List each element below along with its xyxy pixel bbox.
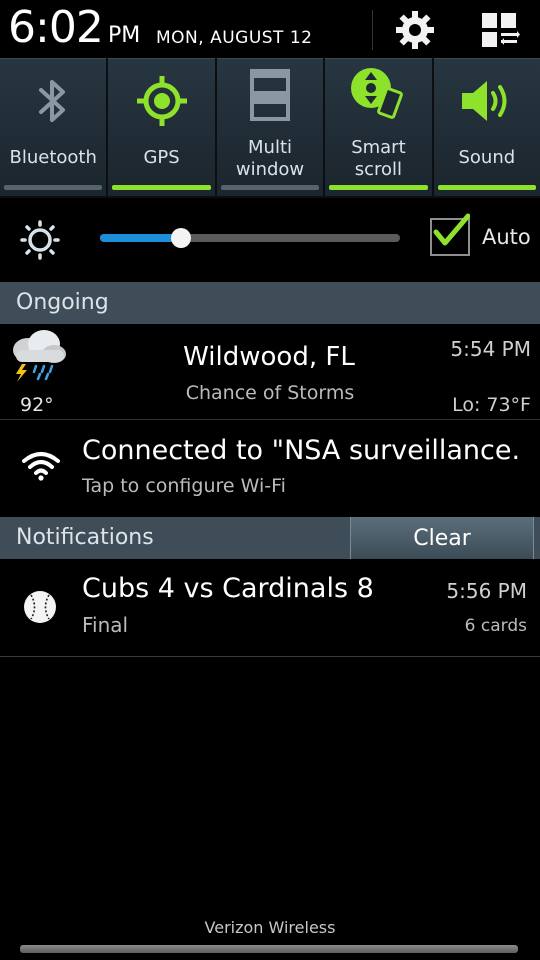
wifi-icon [22, 452, 60, 481]
clock-time: 6:02 [8, 2, 104, 53]
weather-time: 5:54 PM [450, 337, 531, 361]
bluetooth-icon [39, 80, 66, 122]
brightness-row: Auto [0, 198, 540, 282]
clock-ampm: PM [108, 23, 141, 48]
score-notification[interactable]: Cubs 4 vs Cardinals 8 Final 5:56 PM 6 ca… [0, 559, 540, 657]
score-title: Cubs 4 vs Cardinals 8 [82, 573, 374, 604]
settings-button[interactable] [388, 6, 442, 54]
carrier-label: Verizon Wireless [204, 918, 336, 937]
brightness-icon [20, 220, 60, 260]
baseball-icon [24, 591, 56, 623]
toggle-smart-scroll-label-line2: scroll [354, 159, 403, 180]
toggle-gps[interactable]: GPS [108, 58, 215, 196]
toggle-multi-window-label-line1: Multi [248, 137, 293, 158]
toggle-gps-indicator [112, 185, 211, 190]
toggle-bluetooth-indicator [4, 185, 103, 190]
auto-brightness-label: Auto [482, 225, 531, 249]
toggle-smart-scroll-indicator [329, 185, 428, 190]
multi-window-icon [250, 69, 291, 121]
quick-settings-panel: Bluetooth GPS Multi window Smart scroll … [0, 58, 540, 198]
score-time: 5:56 PM [446, 579, 527, 603]
ongoing-section-header: Ongoing [0, 282, 540, 324]
grid-edit-icon [482, 13, 520, 47]
toggle-sound[interactable]: Sound [433, 58, 540, 196]
brightness-slider-fill [100, 234, 181, 242]
auto-brightness-checkbox[interactable] [430, 213, 470, 256]
score-card-count: 6 cards [464, 616, 527, 636]
weather-notification[interactable]: 92° Wildwood, FL Chance of Storms 5:54 P… [0, 324, 540, 420]
toggle-sound-label: Sound [458, 147, 516, 168]
score-status: Final [82, 613, 129, 637]
toggle-bluetooth[interactable]: Bluetooth [0, 58, 107, 196]
gear-icon [396, 11, 434, 49]
toggle-multi-window[interactable]: Multi window [216, 58, 324, 196]
all-settings-button[interactable] [470, 6, 530, 54]
toggle-sound-indicator [437, 185, 537, 190]
ongoing-title: Ongoing [16, 290, 109, 315]
wifi-subtitle: Tap to configure Wi-Fi [82, 475, 286, 497]
panel-drag-handle[interactable] [20, 945, 518, 953]
smart-scroll-icon [351, 68, 404, 119]
header-divider [372, 10, 373, 50]
toggle-smart-scroll-label-line1: Smart [351, 137, 406, 158]
wifi-notification[interactable]: Connected to "NSA surveillance.. Tap to … [0, 421, 540, 517]
notifications-section-header: Notifications Clear [0, 517, 540, 559]
clear-button[interactable]: Clear [350, 517, 534, 559]
toggle-bluetooth-label: Bluetooth [9, 147, 97, 168]
brightness-slider[interactable] [100, 228, 400, 248]
toggle-smart-scroll[interactable]: Smart scroll [325, 58, 432, 196]
brightness-slider-thumb[interactable] [171, 228, 191, 248]
toggle-multi-window-indicator [220, 185, 320, 190]
toggle-gps-label: GPS [143, 147, 180, 168]
checkmark-icon [433, 213, 470, 246]
weather-low: Lo: 73°F [452, 394, 531, 416]
sound-icon [461, 81, 507, 121]
date-label: MON, AUGUST 12 [156, 28, 313, 48]
gps-icon [136, 76, 187, 126]
toggle-smart-scroll-label: Smart scroll [325, 137, 431, 181]
wifi-title: Connected to "NSA surveillance.. [82, 435, 522, 466]
toggle-multi-window-label-line2: window [235, 159, 305, 180]
notifications-title: Notifications [16, 525, 154, 550]
toggle-multi-window-label: Multi window [217, 137, 323, 181]
status-header: 6:02 PM MON, AUGUST 12 [0, 0, 540, 58]
